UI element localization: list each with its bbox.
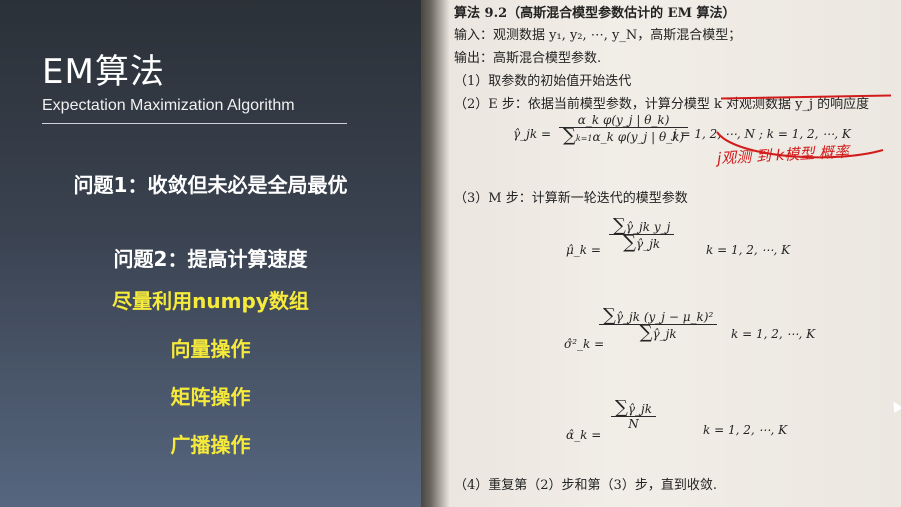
sigma-numerator: ∑γ̂_jk (y_j − μ_k)² bbox=[599, 305, 717, 326]
alpha-range: k = 1, 2, ⋯, K bbox=[703, 423, 788, 437]
gamma-denominator-text: α_k φ(y_j | θ_k) bbox=[592, 130, 685, 144]
gamma-lhs: γ̂_jk = bbox=[513, 127, 552, 141]
sum-limits: k=1 bbox=[575, 134, 593, 143]
sigma-numerator-text: γ̂_jk (y_j − μ_k)² bbox=[615, 310, 714, 324]
point-matrix-ops: 矩阵操作 bbox=[170, 385, 251, 409]
point-numpy-arrays: 尽量利用numpy数组 bbox=[112, 289, 309, 313]
sum-symbol: ∑ bbox=[563, 125, 576, 146]
mu-lhs: μ̂_k = bbox=[566, 243, 601, 257]
mu-denominator-text: γ̂_jk bbox=[636, 237, 661, 251]
alpha-lhs: α̂_k = bbox=[566, 428, 602, 442]
sigma-fraction: ∑γ̂_jk (y_j − μ_k)² ∑γ̂_jk bbox=[599, 305, 718, 343]
question-2: 问题2：提高计算速度 bbox=[113, 247, 308, 271]
algorithm-output: 输出：高斯混合模型参数. bbox=[454, 51, 602, 66]
alpha-denominator: N bbox=[628, 417, 639, 431]
alpha-fraction: ∑γ̂_jk N bbox=[611, 397, 657, 431]
mu-range: k = 1, 2, ⋯, K bbox=[706, 243, 791, 257]
question-1: 问题1：收敛但未必是全局最优 bbox=[73, 173, 348, 197]
step-1: （1）取参数的初始值开始迭代 bbox=[454, 74, 632, 89]
gamma-fraction: α_k φ(y_j | θ_k) ∑k=1α_k φ(y_j | θ_k) bbox=[559, 113, 689, 146]
book-photo: 算法 9.2（高斯混合模型参数估计的 EM 算法） 输入：观测数据 y₁, y₂… bbox=[421, 0, 901, 507]
slide-panel: EM算法 Expectation Maximization Algorithm … bbox=[0, 0, 421, 507]
algorithm-input: 输入：观测数据 y₁, y₂, ⋯, y_N，高斯混合模型； bbox=[454, 28, 742, 43]
sum-symbol: ∑ bbox=[603, 305, 616, 326]
mu-denominator: ∑γ̂_jk bbox=[619, 232, 664, 253]
mu-numerator: ∑γ̂_jk y_j bbox=[609, 217, 674, 235]
alpha-numerator: ∑γ̂_jk bbox=[611, 397, 656, 418]
sum-symbol: ∑ bbox=[615, 397, 628, 418]
title-divider bbox=[42, 123, 347, 124]
algorithm-title: 算法 9.2（高斯混合模型参数估计的 EM 算法） bbox=[454, 6, 736, 21]
step-4: （4）重复第（2）步和第（3）步，直到收敛. bbox=[454, 478, 717, 493]
mouse-cursor-icon bbox=[889, 399, 901, 413]
slide-subtitle: Expectation Maximization Algorithm bbox=[42, 97, 295, 114]
gamma-denominator: ∑k=1α_k φ(y_j | θ_k) bbox=[559, 125, 688, 146]
sigma-range: k = 1, 2, ⋯, K bbox=[731, 327, 816, 341]
sigma-denominator: ∑γ̂_jk bbox=[636, 322, 681, 343]
alpha-numerator-text: γ̂_jk bbox=[627, 402, 653, 416]
mu-fraction: ∑γ̂_jk y_j ∑γ̂_jk bbox=[609, 217, 675, 253]
sum-symbol: ∑ bbox=[623, 232, 637, 253]
gamma-numerator: α_k φ(y_j | θ_k) bbox=[577, 113, 670, 127]
slide-title: EM算法 bbox=[42, 52, 165, 92]
step-3: （3）M 步：计算新一轮迭代的模型参数 bbox=[454, 191, 688, 206]
point-vector-ops: 向量操作 bbox=[170, 337, 251, 361]
speedup-points: 尽量利用numpy数组 向量操作 矩阵操作 广播操作 bbox=[0, 285, 421, 477]
sum-symbol: ∑ bbox=[639, 322, 653, 343]
point-broadcast-ops: 广播操作 bbox=[170, 433, 251, 457]
sigma-denominator-text: γ̂_jk bbox=[652, 327, 677, 341]
